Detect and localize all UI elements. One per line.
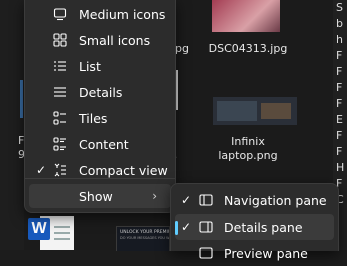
submenu-item-label: Navigation pane [224, 192, 327, 208]
right-col-text: H [336, 161, 345, 174]
menu-item-tiles[interactable]: Tiles [29, 106, 171, 130]
left-selection-bar [20, 80, 23, 118]
submenu-item-navigation-pane[interactable]: ✓ Navigation pane [175, 187, 334, 213]
menu-item-label: List [79, 58, 101, 74]
show-submenu: ✓ Navigation pane ✓ Details pane Preview… [170, 183, 339, 261]
menu-item-label: Details [79, 84, 123, 100]
checkmark-icon: ✓ [35, 163, 47, 177]
right-col-text: F [336, 65, 343, 78]
right-col-text: F [336, 97, 343, 110]
details-pane-icon [197, 219, 215, 235]
laptop-thumbnail[interactable] [213, 97, 297, 125]
ad-text: DO YOUR MESSAGES YOU WANT [120, 236, 169, 240]
right-col-text: F [336, 49, 343, 62]
menu-item-label: Content [79, 136, 129, 152]
menu-item-content[interactable]: Content [29, 132, 171, 156]
small-icons-icon [51, 32, 69, 48]
word-document-icon[interactable]: W [26, 214, 76, 250]
submenu-item-label: Preview pane [224, 245, 308, 261]
file-name-label[interactable]: Infinix laptop.png [200, 135, 296, 163]
right-col-text: b [336, 17, 343, 30]
selection-indicator [175, 221, 178, 235]
right-col-text: E [336, 113, 343, 126]
submenu-item-details-pane[interactable]: ✓ Details pane [175, 214, 334, 240]
menu-item-medium-icons[interactable]: Medium icons [29, 2, 171, 26]
right-col-text: F [336, 81, 343, 94]
right-col-text: F [336, 145, 343, 158]
list-icon [51, 58, 69, 74]
checkmark-icon: ✓ [180, 193, 192, 207]
chevron-right-icon: › [152, 189, 157, 203]
checkmark-icon: ✓ [180, 220, 192, 234]
view-context-menu: Medium icons Small icons List Details Ti… [24, 0, 176, 213]
details-icon [51, 84, 69, 100]
submenu-item-label: Details pane [224, 219, 303, 235]
ad-text: UNLOCK YOUR PREMIUM [120, 230, 169, 235]
right-col-text: h [336, 33, 343, 46]
submenu-item-preview-pane[interactable]: Preview pane [175, 240, 334, 266]
preview-pane-icon [197, 245, 215, 261]
photo-thumbnail[interactable] [212, 0, 280, 32]
tiles-icon [51, 110, 69, 126]
right-col-text: F [336, 129, 343, 142]
ad-thumbnail[interactable]: UNLOCK YOUR PREMIUM DO YOUR MESSAGES YOU… [116, 226, 170, 251]
content-icon [51, 136, 69, 152]
menu-item-label: Tiles [79, 110, 108, 126]
file-name-label[interactable]: DSC04313.jpg [200, 42, 296, 56]
left-strip [0, 0, 24, 250]
right-col-text: S [336, 1, 343, 14]
menu-item-list[interactable]: List [29, 54, 171, 78]
menu-item-label: Show [79, 188, 113, 204]
menu-item-small-icons[interactable]: Small icons [29, 28, 171, 52]
menu-item-details[interactable]: Details [29, 80, 171, 104]
menu-item-label: Compact view [79, 162, 168, 178]
menu-item-label: Small icons [79, 32, 151, 48]
compact-view-icon [51, 162, 69, 178]
menu-item-label: Medium icons [79, 6, 166, 22]
monitor-icon [51, 6, 69, 22]
menu-item-show[interactable]: Show › [29, 184, 171, 208]
navigation-pane-icon [197, 192, 215, 208]
menu-separator [25, 178, 175, 179]
